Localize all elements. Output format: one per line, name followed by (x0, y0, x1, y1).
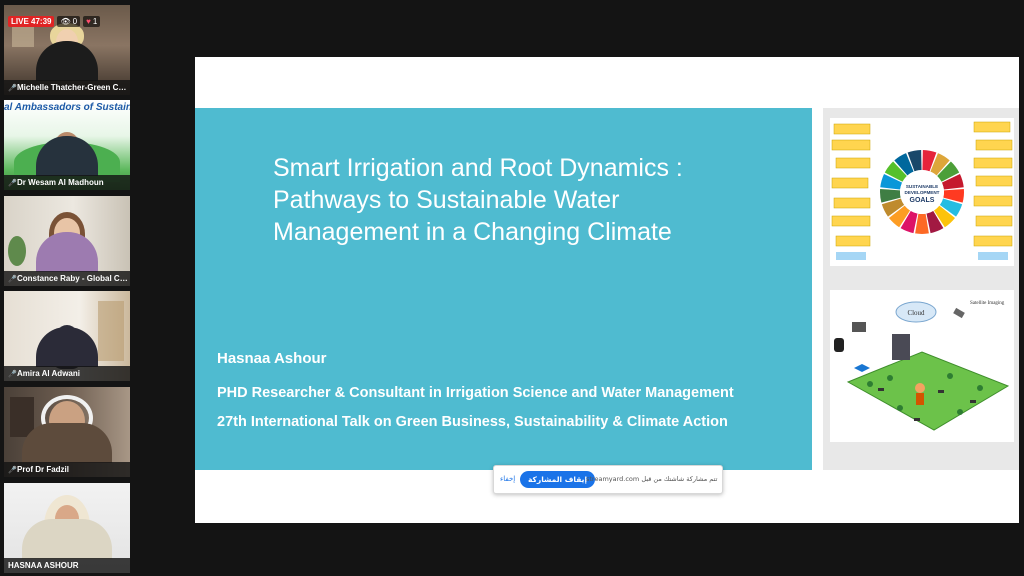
participant-name: 🎤Michelle Thatcher-Green Ch... (4, 80, 130, 95)
share-message: تتم مشاركة شاشتك من قبل streamyard.com (586, 475, 718, 483)
stream-status: LIVE 47:39 👁 0 ♥ 1 (8, 16, 101, 27)
sdg-wheel-image: SUSTAINABLE DEVELOPMENT GOALS (830, 118, 1014, 266)
smart-farm-graphic: Cloud Satellite Imaging (834, 301, 1010, 431)
mic-icon: 🎤 (8, 276, 17, 283)
participant-name: HASNAA ASHOUR (4, 558, 130, 573)
viewer-count: 👁 0 (57, 16, 81, 27)
sdg-wheel-graphic: SUSTAINABLE DEVELOPMENT GOALS (831, 121, 1013, 260)
participant-name: 🎤Constance Raby - Global Climat... (4, 271, 130, 286)
screen-share-notice: إخفاء إيقاف المشاركة تتم مشاركة شاشتك من… (493, 465, 723, 494)
diagram-label: Satellite Imaging (970, 301, 1005, 306)
sdg-label: SUSTAINABLE (906, 184, 938, 189)
mic-icon: 🎤 (8, 371, 17, 378)
mic-icon: 🎤 (8, 85, 17, 92)
participant-tile[interactable]: LIVE 47:39 👁 0 ♥ 1 🎤Michelle Thatcher-Gr… (4, 5, 130, 95)
participant-name: 🎤Amira Al Adwani (4, 366, 130, 381)
shared-screen: Smart Irrigation and Root Dynamics : Pat… (195, 57, 1019, 523)
participant-name: 🎤Dr Wesam Al Madhoun (4, 175, 130, 190)
participant-name: 🎤Prof Dr Fadzil (4, 462, 130, 477)
diagram-label: Cloud (907, 309, 925, 317)
slide-title: Smart Irrigation and Root Dynamics : Pat… (273, 154, 683, 246)
like-count: ♥ 1 (83, 16, 101, 27)
participant-tile[interactable]: 🎤Prof Dr Fadzil (4, 387, 130, 477)
slide-event: 27th International Talk on Green Busines… (217, 414, 728, 430)
slide-title-panel: Smart Irrigation and Root Dynamics : Pat… (195, 108, 812, 470)
participant-tile[interactable]: 🎤Amira Al Adwani (4, 291, 130, 381)
mic-icon: 🎤 (8, 467, 17, 474)
slide-image-panel: SUSTAINABLE DEVELOPMENT GOALS Cloud Sate… (823, 108, 1019, 470)
hide-button[interactable]: إخفاء (500, 475, 515, 483)
smart-farm-image: Cloud Satellite Imaging (830, 290, 1014, 442)
banner-text: al Ambassadors of Sustainab (4, 102, 130, 113)
slide-author: Hasnaa Ashour (217, 350, 327, 367)
participant-tile[interactable]: 🎤Constance Raby - Global Climat... (4, 196, 130, 286)
live-badge: LIVE 47:39 (8, 16, 55, 27)
participant-tile[interactable]: HASNAA ASHOUR (4, 483, 130, 573)
sdg-label: DEVELOPMENT (905, 190, 940, 195)
slide-role: PHD Researcher & Consultant in Irrigatio… (217, 385, 734, 401)
heart-icon: ♥ (86, 17, 91, 26)
participant-tile[interactable]: al Ambassadors of Sustainab 🎤Dr Wesam Al… (4, 100, 130, 190)
mic-icon: 🎤 (8, 180, 17, 187)
eye-icon: 👁 (60, 17, 71, 26)
sdg-label: GOALS (910, 197, 935, 204)
stop-sharing-button[interactable]: إيقاف المشاركة (520, 471, 596, 488)
